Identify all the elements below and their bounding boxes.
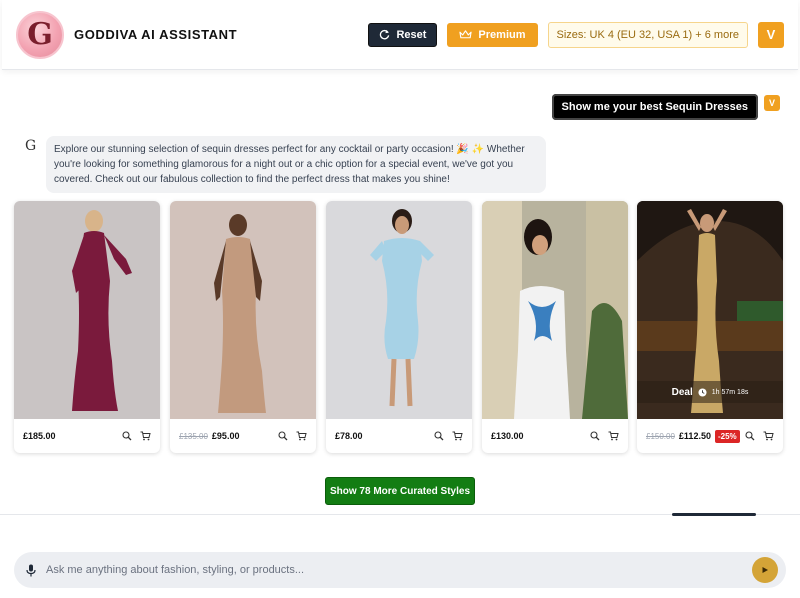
bot-icon: G [25, 138, 37, 154]
send-button[interactable] [752, 557, 778, 583]
cart-icon[interactable] [140, 431, 151, 441]
deal-banner: Deal 1h 57m 18s [637, 381, 783, 403]
product-price: £130.00 [491, 431, 524, 441]
product-footer: £78.00 [326, 419, 472, 453]
user-avatar-button[interactable]: V [758, 21, 784, 48]
product-image[interactable] [170, 201, 316, 419]
logo-letter: G [27, 17, 53, 52]
zoom-icon[interactable] [434, 431, 444, 441]
deal-label: Deal [671, 386, 693, 398]
chat-input[interactable] [46, 564, 752, 576]
logo[interactable]: G [16, 10, 64, 59]
product-price: £95.00 [211, 431, 240, 441]
chat-input-bar [14, 552, 786, 588]
cart-icon[interactable] [608, 431, 619, 441]
user-avatar: V [764, 95, 780, 111]
show-more-button[interactable]: Show 78 More Curated Styles [325, 477, 475, 505]
product-card[interactable]: £130.00 [482, 201, 628, 453]
product-old-price: £135.00 [179, 431, 208, 441]
reset-label: Reset [396, 28, 427, 41]
bot-message: Explore our stunning selection of sequin… [46, 136, 546, 193]
reset-button[interactable]: Reset [368, 22, 438, 47]
product-carousel: £185.00 £135.00 £95.00 £78.00 £130.00 De… [14, 201, 784, 455]
product-image[interactable] [482, 201, 628, 419]
scroll-indicator[interactable] [672, 513, 756, 516]
zoom-icon[interactable] [590, 431, 600, 441]
product-card[interactable]: £78.00 [326, 201, 472, 453]
product-footer: £130.00 [482, 419, 628, 453]
user-message: Show me your best Sequin Dresses [551, 94, 758, 120]
zoom-icon[interactable] [122, 431, 132, 441]
app: G GODDIVA AI ASSISTANT Reset Premium Siz… [0, 0, 800, 598]
product-image[interactable] [326, 201, 472, 419]
product-footer: £150.00 £112.50 -25% [637, 419, 783, 453]
product-card[interactable]: Deal 1h 57m 18s £150.00 £112.50 -25% [637, 201, 783, 453]
product-image[interactable]: Deal 1h 57m 18s [637, 201, 783, 419]
product-price: £78.00 [335, 431, 363, 441]
clock-icon [698, 387, 707, 397]
refresh-icon [380, 29, 390, 40]
deal-timer: 1h 57m 18s [711, 388, 749, 396]
sizes-selector[interactable]: Sizes: UK 4 (EU 32, USA 1) + 6 more [547, 21, 748, 48]
play-icon [762, 567, 768, 573]
product-footer: £135.00 £95.00 [170, 419, 316, 453]
brand-title: GODDIVA AI ASSISTANT [74, 27, 238, 42]
premium-label: Premium [478, 28, 526, 41]
product-price: £185.00 [23, 431, 56, 441]
zoom-icon[interactable] [745, 431, 755, 441]
crown-icon [459, 30, 473, 39]
zoom-icon[interactable] [278, 431, 288, 441]
cart-icon[interactable] [763, 431, 774, 441]
microphone-icon[interactable] [26, 564, 36, 577]
product-image[interactable] [14, 201, 160, 419]
product-footer: £185.00 [14, 419, 160, 453]
product-card[interactable]: £135.00 £95.00 [170, 201, 316, 453]
product-card[interactable]: £185.00 [14, 201, 160, 453]
header: G GODDIVA AI ASSISTANT Reset Premium Siz… [2, 0, 798, 70]
discount-badge: -25% [714, 429, 740, 443]
cart-icon[interactable] [296, 431, 307, 441]
product-price: £112.50 [678, 431, 711, 441]
cart-icon[interactable] [452, 431, 463, 441]
premium-button[interactable]: Premium [447, 22, 538, 47]
product-old-price: £150.00 [646, 431, 675, 441]
